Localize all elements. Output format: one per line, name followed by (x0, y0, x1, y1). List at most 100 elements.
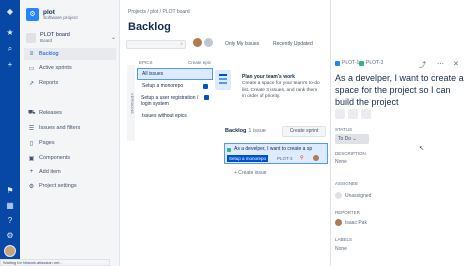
sidebar-item-releases[interactable]: ⛟ Releases (24, 107, 116, 119)
parent-issue-key: PLOT-1 (342, 60, 360, 66)
releases-icon: ⛟ (28, 110, 36, 116)
reporter-value[interactable]: Isaac Pak (345, 220, 367, 226)
versions-panel-toggle[interactable]: VERSIONS (127, 65, 135, 141)
sidebar-item-label: Active sprints (39, 65, 72, 71)
story-icon (359, 60, 364, 66)
subtask-icon[interactable] (348, 109, 358, 119)
search-icon[interactable]: ⌕ (4, 43, 16, 55)
settings-icon: ⚙ (28, 183, 35, 190)
epic-label: All issues (142, 71, 164, 77)
more-icon[interactable]: ⋯ (437, 60, 444, 68)
sidebar-item-project-settings[interactable]: ⚙ Project settings (24, 180, 116, 192)
labels-value[interactable]: None (335, 246, 347, 252)
backlog-count: 1 issue (248, 128, 266, 134)
breadcrumb[interactable]: Projects / plot / PLOT board (128, 9, 190, 15)
backlog-header: Backlog 1 issue (225, 128, 266, 134)
sidebar-item-add-item[interactable]: + Add item (24, 166, 116, 178)
reports-icon: ↗ (28, 80, 35, 87)
share-icon[interactable]: ⤴ (419, 60, 426, 70)
issue-key: PLOT-3 (366, 60, 384, 66)
sidebar-item-pages[interactable]: ▯ Pages (24, 137, 116, 149)
epic-badge[interactable]: Setup a monorepo (227, 155, 269, 162)
project-sidebar: ⚙ plot Software project PLOT board Board… (20, 0, 120, 266)
avatar (335, 219, 342, 226)
create-issue-link[interactable]: + Create issue (234, 170, 266, 176)
plan-text: Create a space for your team's to-do lis… (242, 81, 320, 99)
sidebar-item-label: Project settings (39, 183, 77, 189)
sprint-icon: ▭ (28, 65, 35, 72)
reporter-label: REPORTER (335, 210, 360, 215)
chevron-down-icon: ⌄ (110, 35, 116, 41)
avatar-unassigned[interactable] (204, 38, 213, 47)
create-sprint-button[interactable]: Create sprint (282, 126, 326, 137)
link-issue-icon[interactable] (361, 109, 371, 119)
board-switcher[interactable]: PLOT board Board ⌄ (26, 32, 116, 43)
jira-logo-icon[interactable]: ◆ (4, 6, 16, 18)
sidebar-item-backlog[interactable]: ≡ Backlog (24, 48, 116, 60)
epic-setup-monorepo[interactable]: Setup a monorepo (137, 80, 213, 92)
notification-icon[interactable]: ⚑ (4, 185, 16, 197)
help-icon[interactable]: ? (4, 215, 16, 227)
labels-label: LABELS (335, 237, 353, 242)
page-title: Backlog (128, 21, 171, 33)
browser-status-bar: Waiting for hitstats.atlassian.net... (0, 259, 110, 266)
quick-filter-recently-updated[interactable]: Recently Updated (273, 41, 313, 47)
issues-icon: ☰ (28, 125, 35, 132)
backlog-label: Backlog (225, 128, 247, 134)
pages-icon: ▯ (29, 140, 34, 147)
description-label: DESCRIPTION (335, 151, 366, 156)
epic-issues-without-epics[interactable]: Issues without epics (137, 110, 213, 122)
quick-filter-only-my-issues[interactable]: Only My Issues (225, 41, 259, 47)
assignee-filter[interactable] (193, 38, 213, 47)
project-name: plot (43, 8, 55, 16)
plus-icon[interactable]: + (4, 59, 16, 71)
epic-checkbox[interactable] (204, 95, 209, 100)
project-logo-icon: ⚙ (26, 8, 39, 21)
chevron-down-icon: ⌄ (352, 136, 357, 142)
sidebar-item-label: Releases (39, 110, 62, 116)
unassigned-avatar (335, 192, 342, 199)
board-icon (26, 32, 36, 43)
story-icon (227, 148, 231, 152)
star-icon[interactable]: ★ (4, 27, 16, 39)
search-input[interactable]: ⌕ (126, 40, 186, 49)
status-label: STATUS (335, 127, 353, 132)
epic-all-issues[interactable]: All issues (137, 68, 213, 80)
avatar (313, 155, 319, 161)
app-switcher-icon[interactable]: ▦ (4, 200, 16, 212)
description-value[interactable]: None (335, 159, 347, 165)
status-dropdown[interactable]: To Do ⌄ (335, 134, 369, 144)
epics-header: EPICS (139, 60, 153, 65)
settings-icon[interactable]: ⚙ (4, 230, 16, 242)
assignee-value[interactable]: Unassigned (345, 193, 371, 199)
sidebar-item-label: Reports (39, 80, 59, 86)
parent-issue-link[interactable]: PLOT-1 (335, 60, 359, 66)
epic-label: Setup a user registration / login system (141, 95, 199, 107)
issue-key[interactable]: PLOT-3 (277, 156, 293, 161)
user-avatar[interactable] (4, 245, 16, 257)
issue-key-link[interactable]: PLOT-3 (359, 60, 383, 66)
sidebar-item-active-sprints[interactable]: ▭ Active sprints (24, 62, 116, 74)
backlog-main: Projects / plot / PLOT board Backlog ⌕ O… (121, 0, 329, 266)
project-type: Software project (43, 15, 78, 21)
epic-checkbox[interactable] (203, 83, 208, 89)
issue-title[interactable]: As a develper, I want to create a space … (335, 72, 465, 108)
sidebar-item-components[interactable]: ▣ Components (24, 152, 116, 164)
plan-title: Plan your team's work (242, 74, 295, 80)
close-icon[interactable]: ✕ (453, 60, 459, 68)
components-icon: ▣ (28, 155, 35, 162)
sidebar-item-label: Add item (39, 169, 61, 175)
avatar[interactable] (193, 38, 202, 47)
attach-icon[interactable] (335, 109, 345, 119)
create-epic-link[interactable]: Create epic (188, 60, 211, 68)
sidebar-item-reports[interactable]: ↗ Reports (24, 77, 116, 89)
clipboard-icon (215, 70, 231, 90)
epic-icon (335, 60, 340, 66)
backlog-issue-row[interactable]: As a develper, I want to create a sp Set… (224, 143, 328, 164)
backlog-icon: ≡ (29, 51, 34, 57)
sidebar-item-label: Components (39, 155, 71, 161)
epic-user-registration[interactable]: Setup a user registration / login system (137, 92, 213, 110)
issue-summary: As a develper, I want to create a sp (234, 146, 313, 152)
project-header[interactable]: ⚙ plot Software project (26, 8, 78, 21)
sidebar-item-issues-and-filters[interactable]: ☰ Issues and filters (24, 122, 116, 134)
